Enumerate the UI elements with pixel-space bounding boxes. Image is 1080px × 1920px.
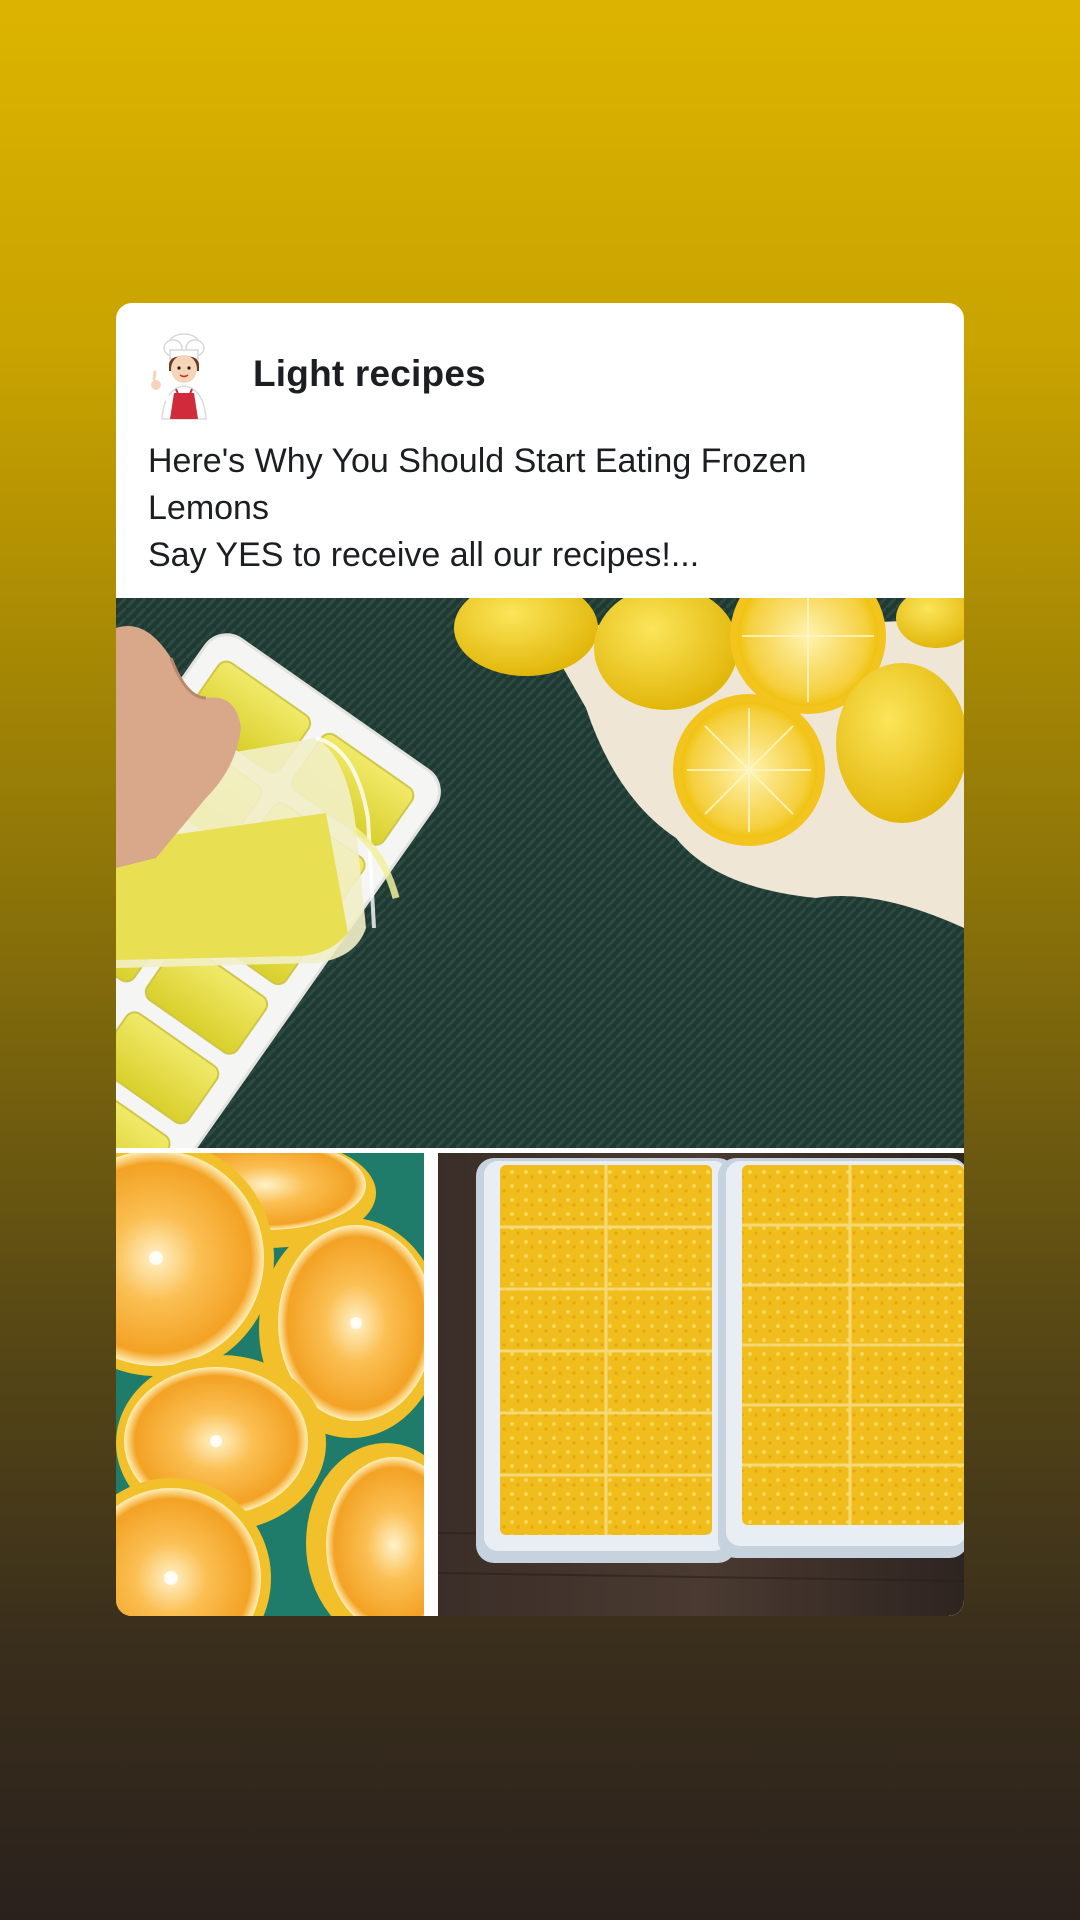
photo-frozen-trays[interactable] (438, 1153, 964, 1616)
post-card: Light recipes Here's Why You Should Star… (116, 303, 964, 1616)
post-author-name[interactable]: Light recipes (253, 353, 486, 395)
photo-ice-tray-pour[interactable] (116, 598, 964, 1148)
caption-line: Say YES to receive all our recipes!... (148, 536, 700, 574)
chef-avatar-icon[interactable] (146, 331, 218, 421)
caption-line: Lemons (148, 489, 269, 527)
post-caption: Here's Why You Should Start Eating Froze… (148, 438, 938, 579)
photo-orange-halves[interactable] (116, 1153, 424, 1616)
post-header: Light recipes Here's Why You Should Star… (116, 303, 964, 598)
post-photo-collage[interactable] (116, 598, 964, 1616)
caption-line: Here's Why You Should Start Eating Froze… (148, 442, 807, 480)
